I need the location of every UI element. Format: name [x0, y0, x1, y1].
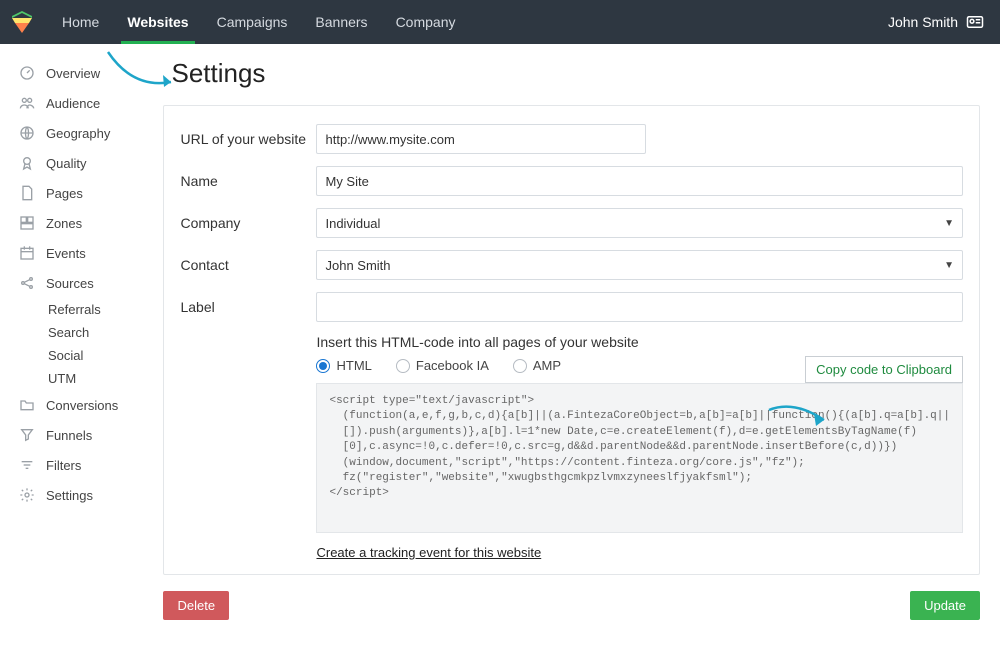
page-icon [18, 184, 36, 202]
url-label: URL of your website [180, 131, 316, 147]
contact-label: Contact [180, 257, 316, 273]
card-footer: Delete Update [163, 591, 980, 620]
code-format-radios: HTML Facebook IA AMP Copy code to Clipbo… [316, 358, 963, 373]
funnel-icon [18, 426, 36, 444]
user-menu[interactable]: John Smith [888, 13, 984, 31]
sidebar-subitem-utm[interactable]: UTM [0, 367, 153, 390]
sidebar-item-label: Conversions [46, 398, 118, 413]
sidebar-item-sources[interactable]: Sources [0, 268, 153, 298]
sidebar-item-events[interactable]: Events [0, 238, 153, 268]
sidebar-item-label: Pages [46, 186, 83, 201]
label-input[interactable] [316, 292, 963, 322]
sidebar-subitem-search[interactable]: Search [0, 321, 153, 344]
sidebar-item-zones[interactable]: Zones [0, 208, 153, 238]
sidebar-item-filters[interactable]: Filters [0, 450, 153, 480]
name-input[interactable] [316, 166, 963, 196]
people-icon [18, 94, 36, 112]
radio-icon [396, 359, 410, 373]
settings-card: URL of your website Name Company Individ… [163, 105, 980, 575]
sidebar-item-audience[interactable]: Audience [0, 88, 153, 118]
sidebar-item-label: Zones [46, 216, 82, 231]
nav-item-company[interactable]: Company [382, 0, 470, 44]
sidebar-subitem-referrals[interactable]: Referrals [0, 298, 153, 321]
sidebar: Overview Audience Geography Quality Pages Zon… [0, 44, 153, 650]
nav-item-websites[interactable]: Websites [113, 0, 202, 44]
sidebar-item-label: Geography [46, 126, 110, 141]
tracking-code-block[interactable]: <script type="text/javascript"> (functio… [316, 383, 963, 533]
app-logo [10, 10, 34, 34]
url-input[interactable] [316, 124, 646, 154]
create-tracking-event-link[interactable]: Create a tracking event for this website [316, 545, 541, 560]
chevron-down-icon: ▼ [944, 218, 954, 229]
sidebar-item-overview[interactable]: Overview [0, 58, 153, 88]
sidebar-item-settings[interactable]: Settings [0, 480, 153, 510]
sidebar-item-label: Events [46, 246, 86, 261]
sidebar-item-geography[interactable]: Geography [0, 118, 153, 148]
radio-icon [316, 359, 330, 373]
sidebar-item-label: Filters [46, 458, 81, 473]
sidebar-item-label: Sources [46, 276, 94, 291]
user-name: John Smith [888, 14, 958, 30]
radio-amp[interactable]: AMP [513, 358, 561, 373]
company-label: Company [180, 215, 316, 231]
nav-item-banners[interactable]: Banners [301, 0, 381, 44]
sidebar-item-label: Audience [46, 96, 100, 111]
gear-icon [18, 486, 36, 504]
sidebar-subitem-social[interactable]: Social [0, 344, 153, 367]
gauge-icon [18, 64, 36, 82]
nav-items: HomeWebsitesCampaignsBannersCompany [48, 0, 469, 44]
contact-select[interactable]: John Smith ▼ [316, 250, 963, 280]
sidebar-item-funnels[interactable]: Funnels [0, 420, 153, 450]
sidebar-item-quality[interactable]: Quality [0, 148, 153, 178]
radio-icon [513, 359, 527, 373]
company-select[interactable]: Individual ▼ [316, 208, 963, 238]
sidebar-item-label: Funnels [46, 428, 92, 443]
update-button[interactable]: Update [910, 591, 980, 620]
user-card-icon [966, 13, 984, 31]
sidebar-item-label: Overview [46, 66, 100, 81]
nav-item-campaigns[interactable]: Campaigns [203, 0, 302, 44]
page-title: Settings [163, 58, 980, 89]
folder-icon [18, 396, 36, 414]
top-navigation: HomeWebsitesCampaignsBannersCompany John… [0, 0, 1000, 44]
medal-icon [18, 154, 36, 172]
main-content: Settings URL of your website Name Compan… [153, 44, 1000, 650]
sidebar-item-conversions[interactable]: Conversions [0, 390, 153, 420]
label-label: Label [180, 299, 316, 315]
chevron-down-icon: ▼ [944, 260, 954, 271]
share-icon [18, 274, 36, 292]
code-section-title: Insert this HTML-code into all pages of … [316, 334, 963, 350]
zones-icon [18, 214, 36, 232]
copy-code-button[interactable]: Copy code to Clipboard [805, 356, 963, 383]
globe-icon [18, 124, 36, 142]
radio-html[interactable]: HTML [316, 358, 371, 373]
nav-item-home[interactable]: Home [48, 0, 113, 44]
sidebar-item-label: Quality [46, 156, 86, 171]
sidebar-item-pages[interactable]: Pages [0, 178, 153, 208]
calendar-icon [18, 244, 36, 262]
radio-facebook-ia[interactable]: Facebook IA [396, 358, 489, 373]
delete-button[interactable]: Delete [163, 591, 229, 620]
sidebar-item-label: Settings [46, 488, 93, 503]
filter-icon [18, 456, 36, 474]
name-label: Name [180, 173, 316, 189]
